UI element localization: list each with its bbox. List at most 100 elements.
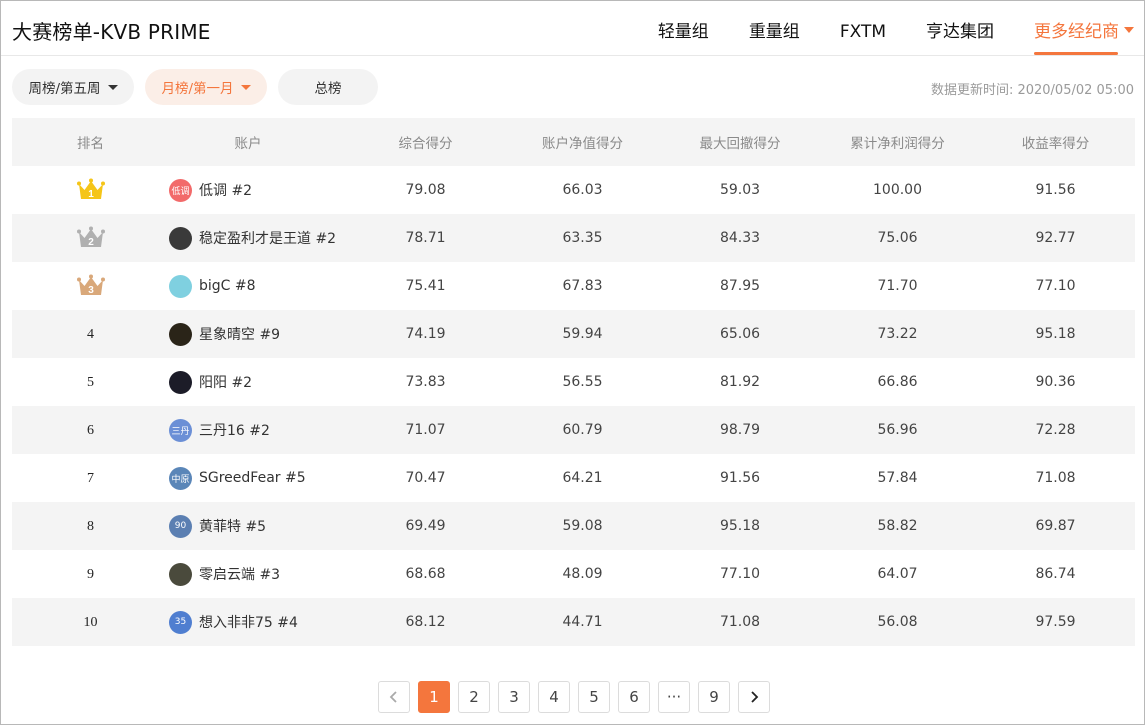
chevron-left-icon [389, 691, 397, 703]
header-bar: 大赛榜单-KVB PRIME 轻量组 重量组 FXTM 亨达集团 更多经纪商 [1, 1, 1144, 56]
account-link[interactable]: 中原 SGreedFear #5 [169, 466, 347, 490]
equity-score-cell: 67.83 [562, 278, 603, 294]
return-score-cell: 69.87 [1035, 518, 1076, 534]
page-button[interactable]: 3 [498, 681, 530, 713]
account-cell: 35 想入非非75 #4 [169, 610, 347, 634]
account-link[interactable]: 稳定盈利才是王道 #2 [169, 226, 347, 250]
page-button[interactable]: 6 [618, 681, 650, 713]
account-cell: 三丹 三丹16 #2 [169, 418, 347, 442]
avatar: 低调 [169, 178, 192, 202]
rank-number: 8 [87, 518, 94, 534]
tab-more-brokers[interactable]: 更多经纪商 [1034, 1, 1134, 56]
account-name: 黄菲特 #5 [199, 519, 267, 535]
profit-score-cell: 64.07 [877, 566, 918, 582]
total-score-cell: 68.68 [405, 566, 446, 582]
table-row[interactable]: 8 90 黄菲特 #5 69.49 59.08 95.18 58.82 69.87 [12, 502, 1135, 550]
account-cell: 零启云端 #3 [169, 562, 347, 586]
page-button[interactable]: 4 [538, 681, 570, 713]
table-row[interactable]: 2 稳定盈利才是王道 #2 78.71 63.35 84.33 75.06 92.77 [12, 214, 1135, 262]
svg-text:3: 3 [88, 285, 94, 296]
page-button[interactable]: 2 [458, 681, 490, 713]
account-cell: 阳阳 #2 [169, 370, 347, 394]
tab-heavy-group[interactable]: 重量组 [749, 1, 800, 56]
total-score-cell: 68.12 [405, 614, 446, 630]
return-score-cell: 71.08 [1035, 470, 1076, 486]
gold-crown-icon: 1 [76, 178, 106, 200]
weekly-ranking-label: 周榜/第五周 [28, 81, 101, 97]
rank-cell: 1 [12, 178, 169, 202]
table-row[interactable]: 4 星象晴空 #9 74.19 59.94 65.06 73.22 95.18 [12, 310, 1135, 358]
return-score-cell: 91.56 [1035, 182, 1076, 198]
total-score-cell: 71.07 [405, 422, 446, 438]
page-button[interactable]: 5 [578, 681, 610, 713]
column-header-rank: 排名 [77, 136, 104, 152]
weekly-ranking-dropdown[interactable]: 周榜/第五周 [12, 69, 134, 105]
account-cell: 中原 SGreedFear #5 [169, 466, 347, 490]
monthly-ranking-dropdown[interactable]: 月榜/第一月 [145, 69, 267, 105]
tab-more-brokers-label: 更多经纪商 [1034, 22, 1119, 42]
account-link[interactable]: bigC #8 [169, 274, 347, 298]
profit-score-cell: 75.06 [877, 230, 918, 246]
account-link[interactable]: 星象晴空 #9 [169, 322, 347, 346]
rank-number: 4 [87, 326, 94, 342]
chevron-down-icon [1124, 27, 1134, 33]
rank-cell: 4 [12, 326, 169, 343]
table-row[interactable]: 1 低调 低调 #2 79.08 66.03 59.03 100.00 91.56 [12, 166, 1135, 214]
drawdown-score-cell: 95.18 [719, 518, 761, 534]
account-name: 稳定盈利才是王道 #2 [199, 231, 337, 247]
account-link[interactable]: 低调 低调 #2 [169, 178, 347, 202]
total-score-cell: 74.19 [405, 326, 446, 342]
profit-score-cell: 73.22 [877, 326, 918, 342]
account-cell: 星象晴空 #9 [169, 322, 347, 346]
prev-page-button[interactable] [378, 681, 410, 713]
return-score-cell: 97.59 [1035, 614, 1076, 630]
rank-cell: 3 [12, 274, 169, 298]
account-name: 零启云端 #3 [199, 567, 281, 583]
svg-text:2: 2 [88, 237, 94, 248]
account-link[interactable]: 阳阳 #2 [169, 370, 347, 394]
table-row[interactable]: 7 中原 SGreedFear #5 70.47 64.21 91.56 57.84 71.0… [12, 454, 1135, 502]
account-link[interactable]: 90 黄菲特 #5 [169, 514, 347, 538]
drawdown-score-cell: 81.92 [719, 374, 761, 390]
column-header-equity-score: 账户净值得分 [542, 136, 623, 152]
rank-cell: 2 [12, 226, 169, 250]
profit-score-cell: 100.00 [873, 182, 922, 198]
table-row[interactable]: 5 阳阳 #2 73.83 56.55 81.92 66.86 90.36 [12, 358, 1135, 406]
return-score-cell: 72.28 [1035, 422, 1076, 438]
profit-score-cell: 57.84 [877, 470, 918, 486]
avatar: 三丹 [169, 418, 192, 442]
equity-score-cell: 60.79 [562, 422, 603, 438]
next-page-button[interactable] [738, 681, 770, 713]
pagination-ellipsis[interactable]: ··· [658, 681, 690, 713]
tab-light-group[interactable]: 轻量组 [658, 1, 709, 56]
monthly-ranking-label: 月榜/第一月 [161, 81, 234, 97]
page-title: 大赛榜单-KVB PRIME [12, 20, 211, 44]
total-score-cell: 78.71 [405, 230, 446, 246]
account-link[interactable]: 零启云端 #3 [169, 562, 347, 586]
drawdown-score-cell: 98.79 [719, 422, 761, 438]
avatar: 90 [169, 514, 192, 538]
page-button[interactable]: 9 [698, 681, 730, 713]
table-row[interactable]: 6 三丹 三丹16 #2 71.07 60.79 98.79 56.96 72.28 [12, 406, 1135, 454]
rank-number: 5 [87, 374, 94, 390]
drawdown-score-cell: 87.95 [719, 278, 761, 294]
account-link[interactable]: 三丹 三丹16 #2 [169, 418, 347, 442]
equity-score-cell: 64.21 [562, 470, 603, 486]
rank-number: 10 [83, 614, 98, 630]
account-link[interactable]: 35 想入非非75 #4 [169, 610, 347, 634]
avatar [169, 562, 192, 586]
table-row[interactable]: 10 35 想入非非75 #4 68.12 44.71 71.08 56.08 97.59 [12, 598, 1135, 646]
account-name: 低调 #2 [199, 183, 253, 199]
page-button[interactable]: 1 [418, 681, 450, 713]
tab-fxtm[interactable]: FXTM [840, 1, 886, 56]
avatar [169, 370, 192, 394]
table-row[interactable]: 9 零启云端 #3 68.68 48.09 77.10 64.07 86.74 [12, 550, 1135, 598]
drawdown-score-cell: 71.08 [719, 614, 761, 630]
drawdown-score-cell: 65.06 [719, 326, 761, 342]
table-row[interactable]: 3 bigC #8 75.41 67.83 87.95 71.70 77.10 [12, 262, 1135, 310]
account-name: 星象晴空 #9 [199, 327, 281, 343]
tab-hantec[interactable]: 亨达集团 [926, 1, 994, 56]
return-score-cell: 92.77 [1035, 230, 1076, 246]
equity-score-cell: 66.03 [562, 182, 603, 198]
overall-ranking-button[interactable]: 总榜 [278, 69, 378, 105]
